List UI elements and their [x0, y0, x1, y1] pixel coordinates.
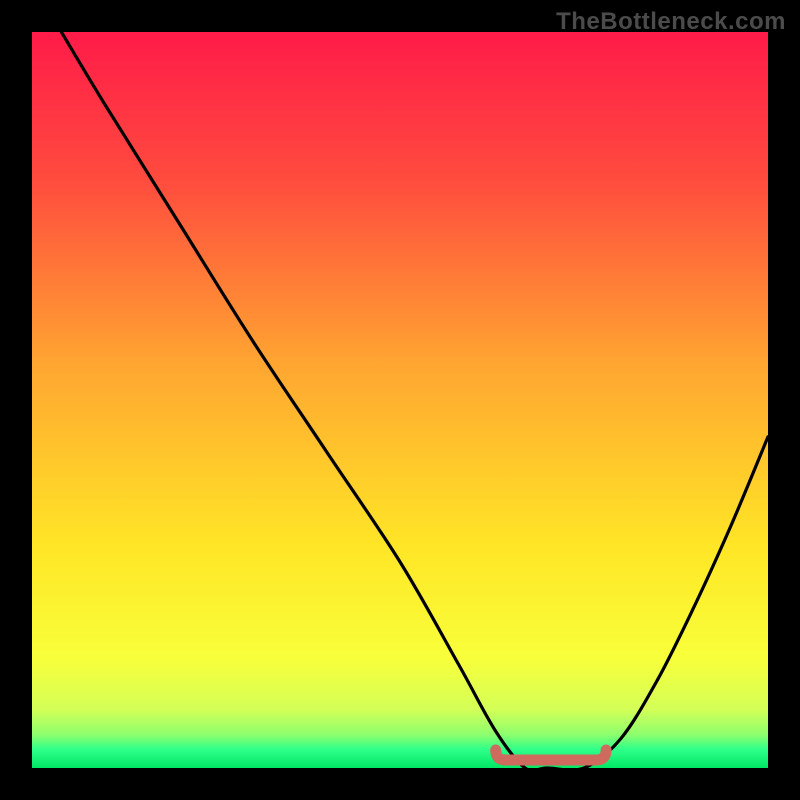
- chart-svg: [0, 0, 800, 800]
- watermark-text: TheBottleneck.com: [556, 8, 786, 36]
- plot-background: [32, 32, 768, 768]
- chart-frame: TheBottleneck.com: [0, 0, 800, 800]
